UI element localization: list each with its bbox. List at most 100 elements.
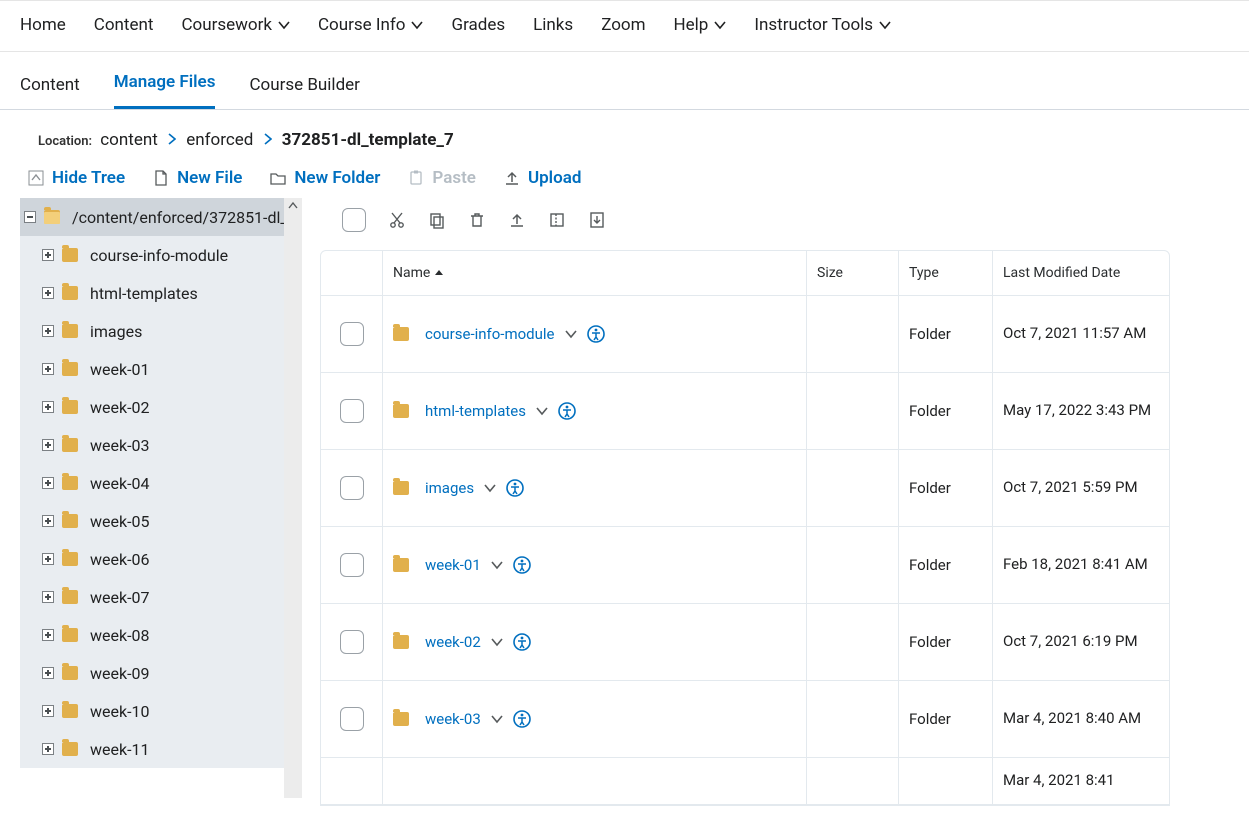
cell-size	[807, 681, 899, 757]
folder-link[interactable]: week-02	[425, 633, 481, 651]
row-checkbox[interactable]	[340, 707, 364, 731]
col-size[interactable]: Size	[807, 251, 899, 295]
row-menu-icon[interactable]	[565, 328, 577, 340]
file-table: Name Size Type Last Modified Date course…	[320, 250, 1170, 806]
folder-link[interactable]: week-01	[425, 556, 481, 574]
table-row: week-03 Folder Mar 4, 2021 8:40 AM	[321, 681, 1169, 758]
tree-scrollbar[interactable]	[284, 198, 302, 798]
nav-links[interactable]: Links	[533, 15, 573, 35]
col-name[interactable]: Name	[383, 251, 807, 295]
download-icon[interactable]	[588, 211, 606, 229]
breadcrumb-part[interactable]: enforced	[186, 130, 253, 150]
row-checkbox[interactable]	[340, 322, 364, 346]
breadcrumb-sep-icon	[168, 130, 180, 150]
expand-icon[interactable]	[42, 363, 54, 375]
tree-item[interactable]: week-10	[20, 692, 284, 730]
tab-content[interactable]: Content	[20, 75, 80, 109]
folder-link[interactable]: images	[425, 479, 474, 497]
cell-modified: Oct 7, 2021 5:59 PM	[993, 450, 1169, 526]
new-file-button[interactable]: New File	[153, 168, 242, 188]
tree-item[interactable]: week-11	[20, 730, 284, 768]
row-menu-icon[interactable]	[491, 713, 503, 725]
row-checkbox[interactable]	[340, 553, 364, 577]
accessibility-icon[interactable]	[558, 402, 576, 420]
tab-course-builder[interactable]: Course Builder	[249, 75, 360, 109]
expand-icon[interactable]	[42, 439, 54, 451]
scroll-up-icon[interactable]	[284, 198, 302, 214]
chevron-down-icon	[278, 19, 290, 31]
row-menu-icon[interactable]	[491, 636, 503, 648]
expand-icon[interactable]	[42, 705, 54, 717]
nav-home[interactable]: Home	[20, 15, 66, 35]
tree-item[interactable]: week-03	[20, 426, 284, 464]
tree-item[interactable]: week-06	[20, 540, 284, 578]
expand-icon[interactable]	[42, 325, 54, 337]
accessibility-icon[interactable]	[506, 479, 524, 497]
tree-item[interactable]: week-05	[20, 502, 284, 540]
nav-course-info[interactable]: Course Info	[318, 15, 424, 35]
accessibility-icon[interactable]	[587, 325, 605, 343]
upload-icon	[504, 170, 520, 186]
row-menu-icon[interactable]	[491, 559, 503, 571]
expand-icon[interactable]	[42, 553, 54, 565]
copy-icon[interactable]	[428, 211, 446, 229]
nav-content[interactable]: Content	[94, 15, 154, 35]
zip-icon[interactable]	[548, 211, 566, 229]
collapse-icon[interactable]	[24, 211, 36, 223]
folder-link[interactable]: week-03	[425, 710, 481, 728]
paste-button: Paste	[408, 168, 476, 188]
tree-item[interactable]: week-09	[20, 654, 284, 692]
accessibility-icon[interactable]	[513, 556, 531, 574]
nav-zoom[interactable]: Zoom	[601, 15, 645, 35]
upload-icon[interactable]	[508, 211, 526, 229]
row-checkbox[interactable]	[340, 476, 364, 500]
tree-item[interactable]: course-info-module	[20, 236, 284, 274]
expand-icon[interactable]	[42, 249, 54, 261]
accessibility-icon[interactable]	[513, 710, 531, 728]
tree-item[interactable]: week-04	[20, 464, 284, 502]
row-menu-icon[interactable]	[484, 482, 496, 494]
cut-icon[interactable]	[388, 211, 406, 229]
cell-type: Folder	[899, 681, 993, 757]
col-type[interactable]: Type	[899, 251, 993, 295]
tree-root[interactable]: /content/enforced/372851-dl_template_7	[20, 198, 284, 236]
row-checkbox[interactable]	[340, 399, 364, 423]
expand-icon[interactable]	[42, 629, 54, 641]
cell-type: Folder	[899, 450, 993, 526]
folder-icon	[62, 628, 78, 642]
tree-item[interactable]: week-08	[20, 616, 284, 654]
col-modified[interactable]: Last Modified Date	[993, 251, 1169, 295]
delete-icon[interactable]	[468, 211, 486, 229]
folder-link[interactable]: course-info-module	[425, 325, 555, 343]
cell-modified: Mar 4, 2021 8:41	[993, 758, 1169, 804]
nav-help[interactable]: Help	[674, 15, 727, 35]
folder-link[interactable]: html-templates	[425, 402, 526, 420]
nav-grades[interactable]: Grades	[451, 15, 505, 35]
expand-icon[interactable]	[42, 743, 54, 755]
tab-manage-files[interactable]: Manage Files	[114, 72, 216, 109]
nav-coursework[interactable]: Coursework	[181, 15, 290, 35]
row-checkbox[interactable]	[340, 630, 364, 654]
tree-item[interactable]: week-07	[20, 578, 284, 616]
tree-item[interactable]: images	[20, 312, 284, 350]
nav-instructor-tools[interactable]: Instructor Tools	[754, 15, 891, 35]
accessibility-icon[interactable]	[513, 633, 531, 651]
row-menu-icon[interactable]	[536, 405, 548, 417]
cell-modified: Oct 7, 2021 6:19 PM	[993, 604, 1169, 680]
expand-icon[interactable]	[42, 591, 54, 603]
select-all-checkbox[interactable]	[342, 208, 366, 232]
tree-item[interactable]: week-02	[20, 388, 284, 426]
expand-icon[interactable]	[42, 401, 54, 413]
breadcrumb-part[interactable]: content	[100, 130, 158, 150]
hide-tree-button[interactable]: Hide Tree	[28, 168, 125, 188]
expand-icon[interactable]	[42, 515, 54, 527]
upload-button[interactable]: Upload	[504, 168, 581, 188]
tree-item[interactable]: html-templates	[20, 274, 284, 312]
new-folder-button[interactable]: New Folder	[270, 168, 380, 188]
folder-tree: /content/enforced/372851-dl_template_7 c…	[20, 198, 302, 798]
folder-icon	[62, 590, 78, 604]
expand-icon[interactable]	[42, 667, 54, 679]
expand-icon[interactable]	[42, 287, 54, 299]
tree-item[interactable]: week-01	[20, 350, 284, 388]
expand-icon[interactable]	[42, 477, 54, 489]
